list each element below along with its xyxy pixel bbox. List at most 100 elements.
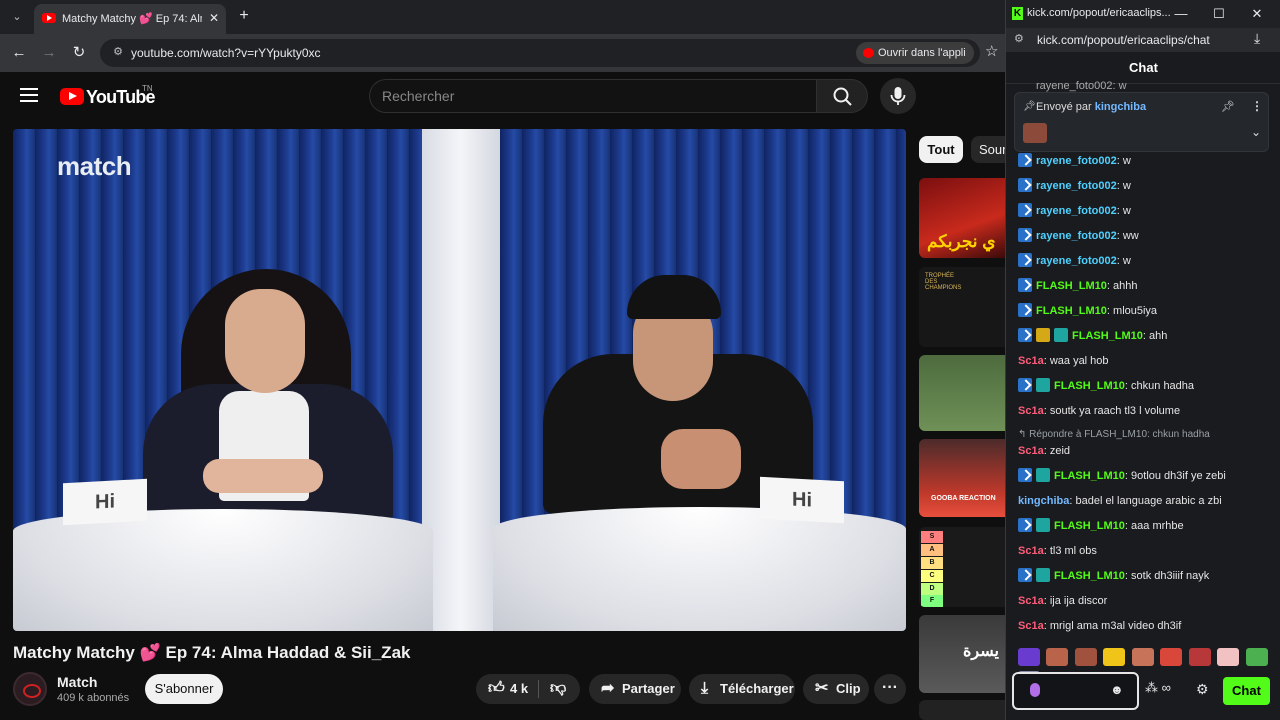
open-in-app-button[interactable]: Ouvrir dans l'appli [856, 42, 974, 64]
site-info-icon[interactable]: ⚙ [1014, 32, 1024, 45]
close-tab-icon[interactable]: ✕ [206, 10, 222, 26]
chat-message[interactable]: rayene_foto002: w [1018, 252, 1273, 272]
chat-message[interactable]: FLASH_LM10: mlou5iya [1018, 302, 1273, 322]
chat-username[interactable]: FLASH_LM10 [1036, 305, 1107, 317]
recommendation-thumbnail[interactable]: يسرة [919, 615, 1005, 693]
chat-username[interactable]: rayene_foto002 [1036, 205, 1117, 217]
share-button[interactable]: ➦ Partager [589, 674, 681, 704]
tab-list-chevron-icon[interactable]: ⌄ [6, 6, 28, 28]
clip-button[interactable]: ✂ Clip [803, 674, 869, 704]
unpin-icon[interactable]: 📌︎ [1221, 100, 1235, 113]
chat-username[interactable]: FLASH_LM10 [1054, 470, 1125, 482]
send-chat-button[interactable]: Chat [1223, 677, 1270, 705]
chat-message[interactable]: FLASH_LM10: sotk dh3iiif nayk [1018, 567, 1273, 587]
thumbs-up-icon[interactable]: 👍︎ [488, 674, 505, 704]
chat-username[interactable]: Sc1a [1018, 595, 1044, 607]
new-tab-plus-icon[interactable]: + [234, 6, 254, 26]
more-actions-icon[interactable]: ··· [874, 674, 906, 704]
minimize-icon[interactable]: — [1170, 4, 1192, 24]
chat-message[interactable]: Sc1a: tl3 ml obs [1018, 542, 1273, 562]
chat-message[interactable]: FLASH_LM10: chkun hadha [1018, 377, 1273, 397]
emote-image[interactable] [1131, 648, 1154, 666]
reload-icon[interactable]: ↻ [68, 42, 90, 64]
channel-name[interactable]: Match [57, 674, 97, 690]
chat-message[interactable]: rayene_foto002: ww [1018, 227, 1273, 247]
bookmark-star-icon[interactable]: ☆ [985, 42, 1005, 62]
emote-image[interactable] [1018, 648, 1040, 666]
search-box[interactable] [369, 79, 816, 113]
microphone-icon[interactable] [1030, 683, 1040, 697]
kick-url-bar[interactable]: ⚙ kick.com/popout/ericaaclips/chat ⤓ [1006, 28, 1280, 52]
recommendation-thumbnail[interactable]: S A B C D F [919, 527, 1005, 607]
search-button[interactable] [816, 79, 868, 113]
chat-message[interactable]: Sc1a: ija ija discor [1018, 592, 1273, 612]
emote-image[interactable] [1245, 648, 1268, 666]
chat-message[interactable]: rayene_foto002: w [1018, 202, 1273, 222]
recommendation-thumbnail[interactable]: ي نجربكم [919, 178, 1005, 258]
chat-username[interactable]: Sc1a [1018, 405, 1044, 417]
chat-username[interactable]: FLASH_LM10 [1036, 280, 1107, 292]
like-count[interactable]: 4 k [510, 674, 528, 704]
chat-message[interactable]: FLASH_LM10: ahh [1018, 327, 1273, 347]
emote-image[interactable] [1217, 648, 1240, 666]
chat-message[interactable]: rayene_foto002: w [1018, 177, 1273, 197]
chat-username[interactable]: rayene_foto002 [1036, 180, 1117, 192]
chat-message[interactable]: Sc1a: waa yal hob [1018, 352, 1273, 372]
voice-search-button[interactable] [880, 78, 916, 114]
forward-arrow-icon[interactable]: → [38, 42, 60, 64]
chip-all[interactable]: Tout [919, 136, 963, 163]
recommendation-thumbnail[interactable] [919, 355, 1005, 431]
close-window-icon[interactable]: ✕ [1246, 4, 1268, 24]
pinned-message[interactable]: 📌︎ Envoyé par kingchiba 📌︎ ⋮ ⌄ [1014, 92, 1269, 152]
channel-avatar[interactable] [13, 672, 47, 706]
chat-username[interactable]: rayene_foto002 [1036, 155, 1117, 167]
chat-message[interactable]: Sc1a: soutk ya raach tl3 l volume [1018, 402, 1273, 422]
recommendation-thumbnail[interactable]: TROPHÉE DES CHAMPIONS [919, 267, 1005, 347]
chat-username[interactable]: rayene_foto002 [1036, 230, 1117, 242]
emote-image[interactable] [1188, 648, 1211, 666]
chat-username[interactable]: rayene_foto002 [1036, 255, 1117, 267]
search-input[interactable] [382, 88, 802, 104]
chat-message[interactable]: Sc1a: zeid [1018, 442, 1273, 462]
emote-image[interactable] [1103, 648, 1126, 666]
download-icon[interactable]: ⤓ [1254, 30, 1260, 47]
hamburger-menu-icon[interactable] [20, 88, 38, 102]
recommendation-thumbnail[interactable]: GOOBA REACTION [919, 439, 1005, 517]
recommendation-thumbnail[interactable] [919, 700, 1005, 720]
chat-username[interactable]: FLASH_LM10 [1072, 330, 1143, 342]
chip-source[interactable]: Sour [971, 136, 1005, 163]
chat-username[interactable]: FLASH_LM10 [1054, 380, 1125, 392]
chat-message[interactable]: FLASH_LM10: aaa mrhbe [1018, 517, 1273, 537]
back-arrow-icon[interactable]: ← [8, 42, 30, 64]
emotes-infinity-icon[interactable]: ⁂ ∞ [1145, 680, 1171, 696]
chevron-down-icon[interactable]: ⌄ [1251, 125, 1261, 139]
chat-message[interactable]: FLASH_LM10: 9otlou dh3if ye zebi [1018, 467, 1273, 487]
emote-image[interactable] [1046, 648, 1069, 666]
maximize-icon[interactable]: ☐ [1208, 4, 1230, 24]
chat-username[interactable]: Sc1a [1018, 620, 1044, 632]
chat-input[interactable]: ☻ [1012, 672, 1139, 710]
active-tab[interactable]: Matchy Matchy 💕 Ep 74: Alma ✕ [34, 4, 226, 34]
chat-username[interactable]: kingchiba [1018, 495, 1069, 507]
emote-image[interactable] [1074, 648, 1097, 666]
chat-message[interactable]: rayene_foto002: w [1018, 152, 1273, 172]
chat-username[interactable]: Sc1a [1018, 355, 1044, 367]
chat-username[interactable]: Sc1a [1018, 545, 1044, 557]
video-player[interactable]: match Hi Hi [13, 129, 906, 631]
thumbs-down-icon[interactable]: 👎︎ [550, 674, 566, 704]
subscribe-button[interactable]: S'abonner [145, 674, 223, 704]
emoji-icon[interactable]: ☻ [1110, 682, 1124, 697]
download-button[interactable]: ⤓ Télécharger [689, 674, 795, 704]
chat-username[interactable]: FLASH_LM10 [1054, 520, 1125, 532]
pinned-by-user[interactable]: kingchiba [1095, 101, 1146, 113]
address-bar[interactable]: ⚙ youtube.com/watch?v=rYYpukty0xc Ouvrir… [100, 39, 980, 67]
gear-icon[interactable]: ⚙ [1196, 681, 1209, 698]
chat-message[interactable]: FLASH_LM10: ahhh [1018, 277, 1273, 297]
chat-username[interactable]: Sc1a [1018, 445, 1044, 457]
chat-username[interactable]: FLASH_LM10 [1054, 570, 1125, 582]
more-options-icon[interactable]: ⋮ [1251, 99, 1263, 113]
chat-message[interactable]: kingchiba: badel el language arabic a zb… [1018, 492, 1273, 512]
site-info-icon[interactable]: ⚙ [110, 45, 126, 61]
emote-image[interactable] [1160, 648, 1183, 666]
chat-message[interactable]: Sc1a: mrigl ama m3al video dh3if [1018, 617, 1273, 637]
